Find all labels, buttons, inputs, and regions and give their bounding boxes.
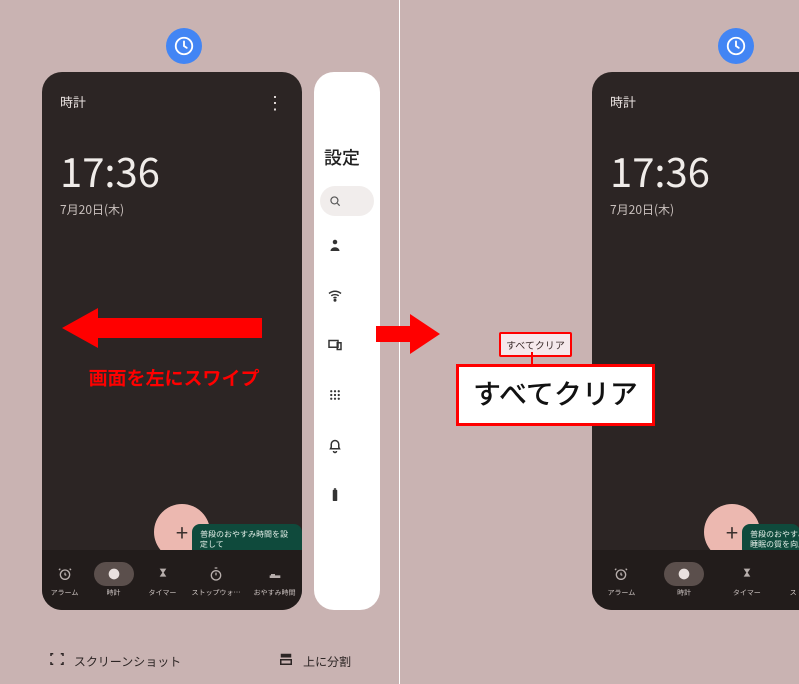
clear-all-pill-small[interactable]: すべてクリア (499, 332, 572, 357)
bell-icon (326, 435, 344, 459)
person-icon (326, 235, 344, 259)
clock-bottom-nav: アラーム 時計 タイマー ストップウォ… おやすみ時間 (42, 550, 302, 610)
clock-app-icon (166, 28, 202, 64)
right-panel: 時計 17:36 7月20日(木) + 普段のおやすみ時間 睡眠の質を向上させ … (400, 0, 799, 684)
nav-timer-label: タイマー (733, 588, 761, 598)
clock-app-card[interactable]: 時計 17:36 7月20日(木) + 普段のおやすみ時間 睡眠の質を向上させ … (592, 72, 799, 610)
bed-icon (265, 564, 285, 584)
nav-alarm-label: アラーム (607, 588, 635, 598)
settings-row-apps[interactable] (314, 372, 380, 422)
hourglass-icon (153, 564, 173, 584)
swipe-left-arrow (62, 308, 262, 348)
screenshot-icon (48, 650, 66, 672)
nav-alarm-label: アラーム (51, 588, 79, 598)
nav-stopwatch[interactable]: ストップウォ… (790, 562, 799, 598)
split-top-label: 上に分割 (303, 653, 351, 670)
nav-alarm[interactable]: アラーム (605, 562, 637, 598)
nav-stopwatch[interactable]: ストップウォ… (192, 562, 241, 598)
clock-app-title: 時計 (60, 92, 86, 111)
screenshot-button[interactable]: スクリーンショット (48, 650, 181, 672)
nav-timer[interactable]: タイマー (731, 562, 763, 598)
split-icon (277, 650, 295, 672)
settings-row-notifications[interactable] (314, 422, 380, 472)
settings-search[interactable] (320, 186, 374, 216)
nav-stopwatch-label: ストップウォ… (192, 588, 241, 598)
clock-app-title: 時計 (610, 92, 636, 111)
clock-date: 7月20日(木) (42, 201, 302, 218)
clock-icon (674, 564, 694, 584)
nav-bedtime-label: おやすみ時間 (254, 588, 296, 598)
nav-bedtime[interactable]: おやすみ時間 (254, 562, 296, 598)
settings-row-account[interactable] (314, 222, 380, 272)
clock-app-icon (718, 28, 754, 64)
clock-bottom-nav: アラーム 時計 タイマー ストップウォ… (592, 550, 799, 610)
settings-row-wifi[interactable] (314, 272, 380, 322)
nav-stopwatch-label: ストップウォ… (790, 588, 799, 598)
settings-app-card[interactable]: 設定 (314, 72, 380, 610)
plus-icon: + (176, 516, 188, 548)
split-top-button[interactable]: 上に分割 (277, 650, 351, 672)
settings-row-devices[interactable] (314, 322, 380, 372)
devices-icon (326, 335, 344, 359)
alarm-icon (55, 564, 75, 584)
swipe-caption: 画面を左にスワイプ (64, 364, 284, 391)
recents-footer: スクリーンショット 上に分割 (0, 650, 399, 672)
settings-title: 設定 (314, 122, 380, 182)
more-menu-icon[interactable]: ⋮ (266, 93, 284, 111)
clear-all-callout: すべてクリア (456, 364, 655, 426)
stopwatch-icon (206, 564, 226, 584)
clock-time: 17:36 (42, 111, 302, 201)
plus-icon: + (726, 516, 738, 548)
tip-line-1: 普段のおやすみ時間を設定して (200, 530, 294, 551)
nav-clock[interactable]: 時計 (664, 562, 704, 598)
nav-clock-label: 時計 (677, 588, 691, 598)
battery-icon (326, 485, 344, 509)
nav-clock-label: 時計 (107, 588, 121, 598)
clock-icon (104, 564, 124, 584)
wifi-icon (326, 285, 344, 309)
nav-timer[interactable]: タイマー (147, 562, 179, 598)
apps-icon (326, 385, 344, 409)
screenshot-label: スクリーンショット (74, 653, 181, 670)
search-icon (328, 189, 342, 213)
left-panel: 時計 ⋮ 17:36 7月20日(木) + 普段のおやすみ時間を設定して 睡眠の… (0, 0, 399, 684)
nav-timer-label: タイマー (149, 588, 177, 598)
transition-arrow-icon (376, 304, 436, 364)
alarm-icon (611, 564, 631, 584)
hourglass-icon (737, 564, 757, 584)
nav-alarm[interactable]: アラーム (49, 562, 81, 598)
clock-date: 7月20日(木) (592, 201, 799, 218)
settings-row-battery[interactable] (314, 472, 380, 522)
clock-time: 17:36 (592, 111, 799, 201)
nav-clock[interactable]: 時計 (94, 562, 134, 598)
